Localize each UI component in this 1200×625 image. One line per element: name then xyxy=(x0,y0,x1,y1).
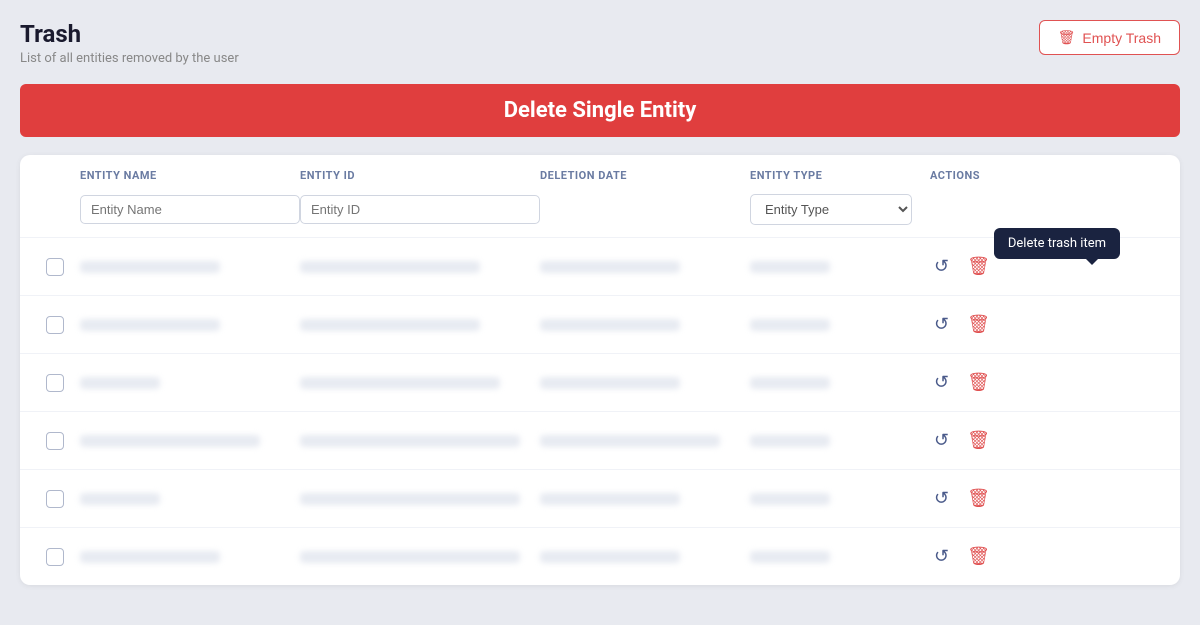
row-entity-id xyxy=(300,493,540,505)
row-entity-name xyxy=(80,435,300,447)
row-entity-name xyxy=(80,551,300,563)
delete-button[interactable]: 🗑 xyxy=(963,542,994,571)
row-actions: ↺ 🗑 xyxy=(930,484,1050,513)
row-entity-type xyxy=(750,377,930,389)
row-entity-name xyxy=(80,319,300,331)
row-checkbox[interactable] xyxy=(46,548,64,566)
trash-table-card: ENTITY NAME ENTITY ID DELETION DATE ENTI… xyxy=(20,155,1180,585)
table-row: ↺ 🗑 xyxy=(20,528,1180,585)
restore-button[interactable]: ↺ xyxy=(930,252,953,281)
row-checkbox[interactable] xyxy=(46,258,64,276)
row-actions: ↺ 🗑 xyxy=(930,310,1050,339)
entity-name-filter-input[interactable] xyxy=(80,195,300,224)
row-entity-type xyxy=(750,493,930,505)
row-entity-name xyxy=(80,493,300,505)
row-checkbox-cell xyxy=(30,548,80,566)
table-header: ENTITY NAME ENTITY ID DELETION DATE ENTI… xyxy=(20,155,1180,190)
delete-icon: 🗑 xyxy=(967,372,990,392)
row-entity-id xyxy=(300,377,540,389)
restore-button[interactable]: ↺ xyxy=(930,426,953,455)
delete-icon: 🗑 xyxy=(967,488,990,508)
row-checkbox-cell xyxy=(30,374,80,392)
filter-entity-name-wrapper xyxy=(80,195,300,224)
trash-icon: 🗑 xyxy=(1058,29,1076,46)
page-subtitle: List of all entities removed by the user xyxy=(20,51,239,66)
row-actions: ↺ 🗑 xyxy=(930,426,1050,455)
row-checkbox-cell xyxy=(30,258,80,276)
row-entity-id xyxy=(300,551,540,563)
row-entity-type xyxy=(750,261,930,273)
page-wrapper: Trash List of all entities removed by th… xyxy=(0,0,1200,625)
row-entity-id xyxy=(300,435,540,447)
restore-icon: ↺ xyxy=(934,488,949,508)
filter-entity-id-wrapper xyxy=(300,195,540,224)
row-checkbox-cell xyxy=(30,490,80,508)
restore-button[interactable]: ↺ xyxy=(930,542,953,571)
table-row: ↺ 🗑 xyxy=(20,412,1180,470)
col-actions: ACTIONS xyxy=(930,169,1050,182)
row-deletion-date xyxy=(540,377,750,389)
delete-single-entity-banner: Delete Single Entity xyxy=(20,84,1180,137)
row-checkbox-cell xyxy=(30,316,80,334)
col-entity-name: ENTITY NAME xyxy=(80,169,300,182)
delete-icon: 🗑 xyxy=(967,430,990,450)
delete-button[interactable]: 🗑 xyxy=(963,426,994,455)
restore-icon: ↺ xyxy=(934,372,949,392)
row-actions: ↺ 🗑 xyxy=(930,542,1050,571)
restore-button[interactable]: ↺ xyxy=(930,310,953,339)
col-deletion-date: DELETION DATE xyxy=(540,169,750,182)
delete-icon: 🗑 xyxy=(967,546,990,566)
row-checkbox-cell xyxy=(30,432,80,450)
row-checkbox[interactable] xyxy=(46,316,64,334)
restore-button[interactable]: ↺ xyxy=(930,484,953,513)
table-row: ↺ 🗑 xyxy=(20,296,1180,354)
col-entity-type: ENTITY TYPE xyxy=(750,169,930,182)
restore-icon: ↺ xyxy=(934,256,949,276)
col-entity-id: ENTITY ID xyxy=(300,169,540,182)
delete-icon: 🗑 xyxy=(967,314,990,334)
row-checkbox[interactable] xyxy=(46,432,64,450)
filter-entity-type-wrapper: Entity Type Type A Type B Type C xyxy=(750,194,930,225)
page-header: Trash List of all entities removed by th… xyxy=(20,20,1180,66)
delete-button[interactable]: 🗑 xyxy=(963,368,994,397)
restore-icon: ↺ xyxy=(934,430,949,450)
empty-trash-button[interactable]: 🗑 Empty Trash xyxy=(1039,20,1180,55)
row-entity-type xyxy=(750,435,930,447)
table-body: Delete trash item ↺ 🗑 xyxy=(20,237,1180,585)
row-deletion-date xyxy=(540,493,750,505)
row-deletion-date xyxy=(540,319,750,331)
row-deletion-date xyxy=(540,435,750,447)
row-deletion-date xyxy=(540,261,750,273)
page-title: Trash xyxy=(20,20,239,48)
row-actions: Delete trash item ↺ 🗑 xyxy=(930,252,1050,281)
row-actions: ↺ 🗑 xyxy=(930,368,1050,397)
delete-button[interactable]: 🗑 xyxy=(963,484,994,513)
table-row: ↺ 🗑 xyxy=(20,354,1180,412)
table-row: Delete trash item ↺ 🗑 xyxy=(20,238,1180,296)
row-deletion-date xyxy=(540,551,750,563)
delete-icon: 🗑 xyxy=(967,256,990,276)
row-entity-id xyxy=(300,319,540,331)
row-checkbox[interactable] xyxy=(46,374,64,392)
restore-button[interactable]: ↺ xyxy=(930,368,953,397)
row-checkbox[interactable] xyxy=(46,490,64,508)
row-entity-type xyxy=(750,551,930,563)
row-entity-id xyxy=(300,261,540,273)
delete-button[interactable]: 🗑 xyxy=(963,252,994,281)
restore-icon: ↺ xyxy=(934,314,949,334)
row-entity-name xyxy=(80,261,300,273)
delete-button[interactable]: 🗑 xyxy=(963,310,994,339)
filter-row: Entity Type Type A Type B Type C xyxy=(20,190,1180,237)
restore-icon: ↺ xyxy=(934,546,949,566)
entity-type-filter-select[interactable]: Entity Type Type A Type B Type C xyxy=(750,194,912,225)
entity-id-filter-input[interactable] xyxy=(300,195,540,224)
table-row: ↺ 🗑 xyxy=(20,470,1180,528)
row-entity-type xyxy=(750,319,930,331)
header-left: Trash List of all entities removed by th… xyxy=(20,20,239,66)
row-entity-name xyxy=(80,377,300,389)
